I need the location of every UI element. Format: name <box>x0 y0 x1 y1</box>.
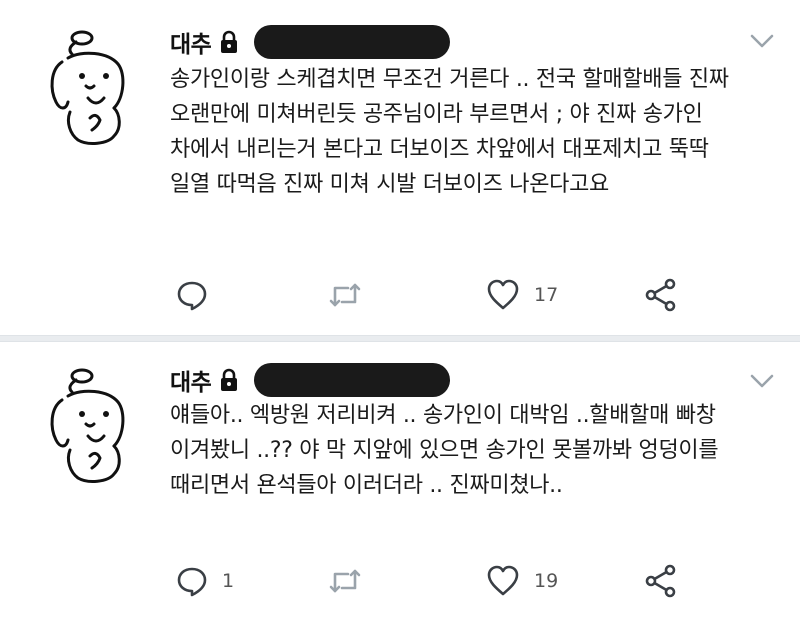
chevron-down-icon[interactable] <box>750 374 774 388</box>
like-button[interactable]: 17 <box>486 279 558 311</box>
tweet-text-line: 오랜만에 미쳐버린듯 공주님이라 부르면서 ; 야 진짜 송가인 <box>170 102 703 127</box>
tweet-header: 대추 <box>170 24 451 60</box>
chevron-down-icon[interactable] <box>750 34 774 48</box>
reply-button[interactable]: 1 <box>176 565 234 597</box>
retweet-icon <box>329 283 361 307</box>
like-count: 17 <box>534 284 559 306</box>
tweet-text-line: 차에서 내리는거 본다고 더보이즈 차앞에서 대포제치고 뚝딱 <box>170 137 709 162</box>
tweet-header: 대추 <box>170 362 451 398</box>
tweet-text: 얘들아.. 엑방원 저리비켜 .. 송가인이 대박임 ..할배할매 빠창 이겨봤… <box>170 398 780 503</box>
share-icon <box>645 564 676 598</box>
tweet-actions: 17 <box>176 278 696 312</box>
reply-icon <box>177 567 207 597</box>
tweet-card[interactable]: 대추 송가인이랑 스케겹치면 무조건 거른다 .. 전국 할매할배들 진짜 오랜… <box>0 0 800 334</box>
tweet-actions: 1 19 <box>176 564 696 598</box>
tweet-text-line: 얘들아.. 엑방원 저리비켜 .. 송가인이 대박임 ..할배할매 빠창 <box>170 403 716 428</box>
tweet-text: 송가인이랑 스케겹치면 무조건 거른다 .. 전국 할매할배들 진짜 오랜만에 … <box>170 62 780 202</box>
retweet-icon <box>329 569 361 593</box>
reply-count: 1 <box>222 570 235 592</box>
dog-avatar-icon[interactable] <box>48 28 136 168</box>
heart-icon <box>487 279 519 310</box>
redacted-handle <box>254 25 451 59</box>
reply-icon <box>177 281 207 311</box>
dog-avatar-icon[interactable] <box>48 366 136 506</box>
redacted-handle <box>254 363 451 397</box>
tweet-text-line: 이겨봤니 ..?? 야 막 지앞에 있으면 송가인 못볼까봐 엉덩이를 <box>170 438 719 463</box>
share-button[interactable] <box>644 564 678 598</box>
share-button[interactable] <box>644 278 678 312</box>
like-count: 19 <box>534 570 559 592</box>
like-button[interactable]: 19 <box>486 565 558 597</box>
heart-icon <box>487 565 519 596</box>
retweet-button[interactable] <box>328 279 376 311</box>
display-name[interactable]: 대추 <box>170 363 212 397</box>
tweet-divider <box>0 335 800 342</box>
tweet-text-line: 때리면서 욘석들아 이러더라 .. 진짜미쳤나.. <box>170 473 563 498</box>
tweet-text-line: 일열 따먹음 진짜 미쳐 시발 더보이즈 나온다고요 <box>170 172 609 197</box>
share-icon <box>645 278 676 312</box>
tweet-text-line: 송가인이랑 스케겹치면 무조건 거른다 .. 전국 할매할배들 진짜 <box>170 67 729 92</box>
tweet-card[interactable]: 대추 얘들아.. 엑방원 저리비켜 .. 송가인이 대박임 ..할배할매 빠창 … <box>0 342 800 631</box>
display-name[interactable]: 대추 <box>170 25 212 59</box>
lock-icon <box>221 30 238 53</box>
reply-button[interactable] <box>176 279 222 311</box>
lock-icon <box>221 368 238 391</box>
retweet-button[interactable] <box>328 565 376 597</box>
